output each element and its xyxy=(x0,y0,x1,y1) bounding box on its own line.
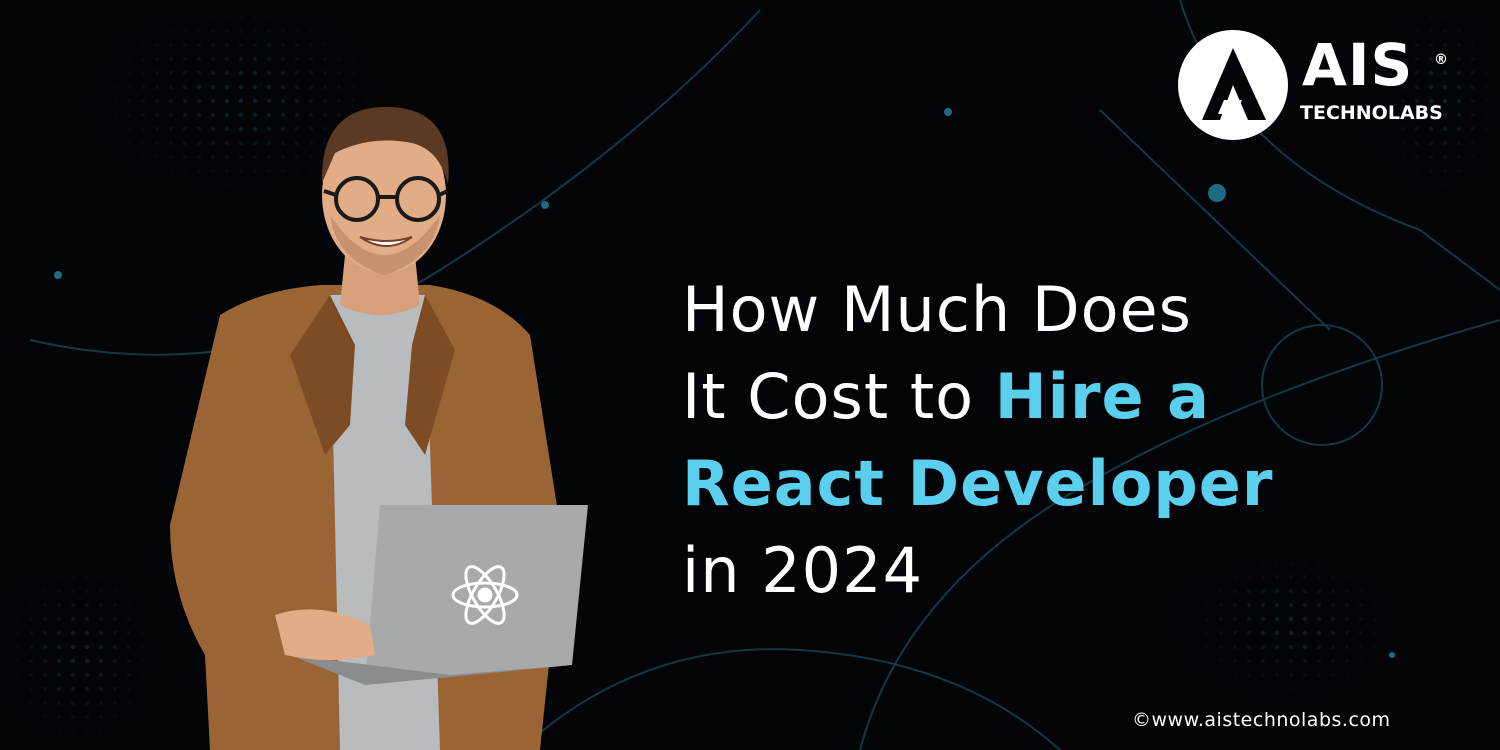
logo-subtitle: TECHNOLABS xyxy=(1300,102,1443,124)
ais-logo-mark-icon xyxy=(1202,48,1266,120)
headline-highlight-1: Hire a xyxy=(994,360,1210,433)
registered-mark: ® xyxy=(1434,52,1448,68)
developer-illustration xyxy=(170,106,588,750)
page-title: How Much Does It Cost to Hire a React De… xyxy=(682,266,1442,614)
website-copyright: ©www.aistechnolabs.com xyxy=(1132,709,1391,731)
headline-highlight-2: React Developer xyxy=(682,447,1274,520)
logo-wordmark: AIS xyxy=(1302,31,1414,99)
company-logo: AIS ® TECHNOLABS xyxy=(1178,30,1450,140)
headline-line-1: How Much Does xyxy=(682,273,1192,346)
headline-line-4: in 2024 xyxy=(682,534,924,607)
headline-line-2: It Cost to xyxy=(682,360,995,433)
